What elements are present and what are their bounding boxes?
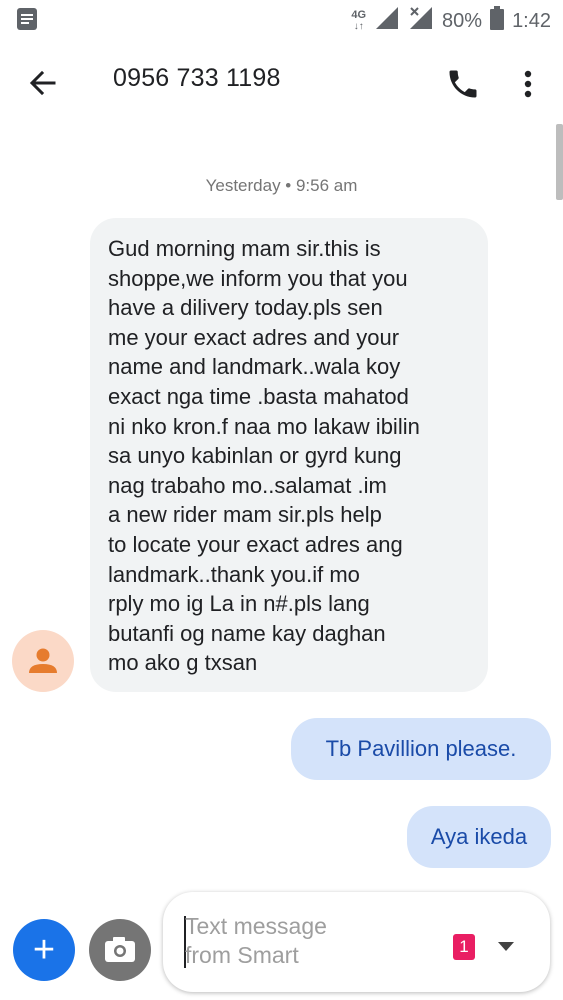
outgoing-message-text: Aya ikeda [430,824,528,849]
battery-percent: 80% [442,9,483,32]
more-vert-icon[interactable] [516,66,540,102]
camera-icon [105,937,135,962]
add-attachment-button[interactable]: + [13,919,75,981]
incoming-message-text: Gud morning mam sir.this is shoppe,we in… [108,236,420,676]
chevron-down-icon[interactable] [497,940,515,952]
network-type: 4G ↓↑ [351,9,367,33]
outgoing-message-bubble[interactable]: Aya ikeda [407,806,551,868]
signal-noservice-icon [408,5,434,37]
compose-box[interactable]: Text message from Smart 1 [163,892,550,992]
person-icon [29,648,57,673]
conversation-title: 0956 733 1198 [113,64,281,92]
clock: 1:42 [512,9,551,32]
outgoing-message-text: Tb Pavillion please. [325,736,517,761]
message-input[interactable]: Text message from Smart [185,912,425,970]
outgoing-message-bubble[interactable]: Tb Pavillion please. [291,718,551,780]
signal-icon [374,5,400,37]
back-arrow-icon[interactable] [24,64,62,102]
contact-avatar[interactable] [12,630,74,692]
plus-icon: + [32,929,56,971]
app-bar: 0956 733 1198 [0,40,563,124]
status-bar: 4G ↓↑ 80% 1:42 [0,0,563,40]
phone-call-icon[interactable] [445,66,481,102]
camera-button[interactable] [89,919,151,981]
message-timestamp: Yesterday • 9:56 am [205,176,358,195]
incoming-message-bubble[interactable]: Gud morning mam sir.this is shoppe,we in… [90,218,488,692]
message-notification-icon [16,7,38,37]
sim-selector-badge[interactable]: 1 [453,934,475,960]
battery-icon [490,6,505,36]
